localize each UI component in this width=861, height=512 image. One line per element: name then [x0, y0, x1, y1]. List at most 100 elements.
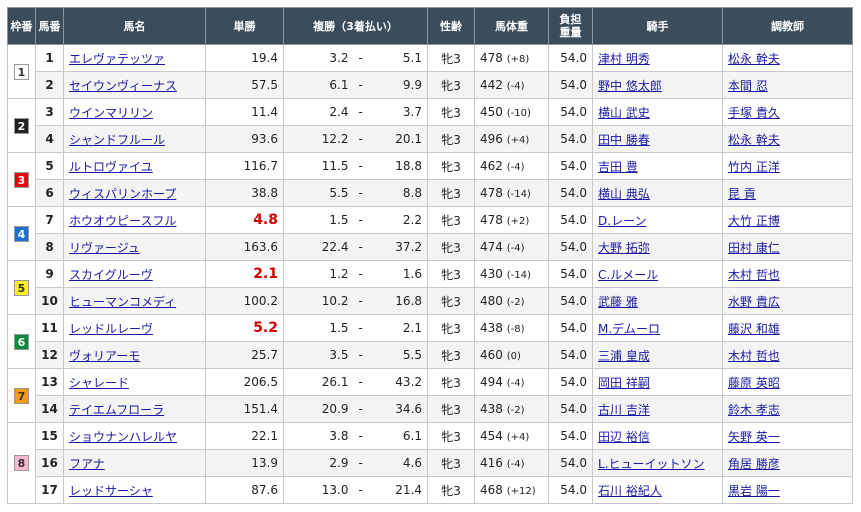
trainer-link[interactable]: 本間 忍 — [728, 79, 768, 93]
sex-age: 牝3 — [427, 476, 476, 504]
trainer-cell: 昆 貢 — [722, 179, 854, 207]
jockey-link[interactable]: 石川 裕紀人 — [598, 484, 662, 498]
place-odds-high: 43.2 — [367, 368, 429, 396]
body-weight: 468 — [480, 483, 503, 497]
table-row: 12 ヴォリアーモ 25.7 3.5-5.5 牝3 460 (0) 54.0 三浦 皇成 木村 … — [8, 341, 854, 369]
horse-name-link[interactable]: シャレード — [69, 376, 129, 390]
place-odds-low: 10.2 — [283, 287, 354, 315]
horse-name-link[interactable]: セイウンヴィーナス — [69, 79, 177, 93]
sex-age: 牝3 — [427, 449, 476, 477]
body-weight: 430 — [480, 267, 503, 281]
jockey-link[interactable]: 吉田 豊 — [598, 160, 638, 174]
horse-name-link[interactable]: リヴァージュ — [69, 241, 140, 255]
horse-name-link[interactable]: ショウナンハレルヤ — [69, 430, 177, 444]
horse-number: 7 — [35, 206, 64, 234]
place-odds-dash: - — [353, 476, 368, 504]
jockey-link[interactable]: 横山 武史 — [598, 106, 650, 120]
trainer-link[interactable]: 松永 幹夫 — [728, 52, 780, 66]
place-odds-high: 18.8 — [367, 152, 429, 180]
header-burden-line1: 負担 — [559, 13, 582, 26]
jockey-link[interactable]: C.ルメール — [598, 268, 658, 282]
horse-name-link[interactable]: フアナ — [69, 457, 105, 471]
jockey-link[interactable]: 田辺 裕信 — [598, 430, 650, 444]
place-odds-dash: - — [353, 314, 368, 342]
jockey-link[interactable]: 岡田 祥嗣 — [598, 376, 650, 390]
trainer-link[interactable]: 木村 哲也 — [728, 268, 780, 282]
horse-name-link[interactable]: スカイグルーヴ — [69, 268, 153, 282]
sex-age: 牝3 — [427, 422, 476, 450]
jockey-link[interactable]: 田中 勝春 — [598, 133, 650, 147]
horse-name-link[interactable]: ルトロヴァイユ — [69, 160, 153, 174]
trainer-link[interactable]: 田村 康仁 — [728, 241, 780, 255]
horse-name-link[interactable]: ウインマリリン — [69, 106, 153, 120]
place-odds-high: 3.7 — [367, 98, 429, 126]
trainer-link[interactable]: 鈴木 孝志 — [728, 403, 780, 417]
gate-cell: 6 — [7, 314, 36, 369]
jockey-cell: C.ルメール — [592, 260, 724, 288]
trainer-link[interactable]: 角居 勝彦 — [728, 457, 780, 471]
jockey-link[interactable]: L.ヒューイットソン — [598, 457, 705, 471]
trainer-link[interactable]: 藤沢 和雄 — [728, 322, 780, 336]
trainer-link[interactable]: 水野 貴広 — [728, 295, 780, 309]
body-weight: 454 — [480, 429, 503, 443]
jockey-cell: 田中 勝春 — [592, 125, 724, 153]
win-odds: 13.9 — [205, 449, 284, 477]
trainer-link[interactable]: 矢野 英一 — [728, 430, 780, 444]
trainer-link[interactable]: 黒岩 陽一 — [728, 484, 780, 498]
place-odds-low: 1.2 — [283, 260, 354, 288]
jockey-cell: 岡田 祥嗣 — [592, 368, 724, 396]
gate-badge: 1 — [14, 63, 29, 80]
body-weight-cell: 478 (+8) — [474, 44, 550, 72]
horse-number: 16 — [35, 449, 64, 477]
jockey-link[interactable]: D.レーン — [598, 214, 646, 228]
body-weight: 480 — [480, 294, 503, 308]
trainer-link[interactable]: 藤原 英昭 — [728, 376, 780, 390]
horse-name-link[interactable]: テイエムフローラ — [69, 403, 164, 417]
trainer-link[interactable]: 大竹 正博 — [728, 214, 780, 228]
body-weight: 494 — [480, 375, 503, 389]
trainer-cell: 木村 哲也 — [722, 341, 854, 369]
trainer-link[interactable]: 木村 哲也 — [728, 349, 780, 363]
jockey-link[interactable]: 横山 典弘 — [598, 187, 650, 201]
trainer-cell: 黒岩 陽一 — [722, 476, 854, 504]
jockey-link[interactable]: 津村 明秀 — [598, 52, 650, 66]
place-odds-low: 3.8 — [283, 422, 354, 450]
body-weight-cell: 416 (-4) — [474, 449, 550, 477]
trainer-link[interactable]: 手塚 貴久 — [728, 106, 780, 120]
burden-weight: 54.0 — [548, 314, 594, 342]
trainer-link[interactable]: 昆 貢 — [728, 187, 756, 201]
body-weight-cell: 494 (-4) — [474, 368, 550, 396]
win-odds: 2.1 — [205, 260, 284, 288]
place-odds-high: 37.2 — [367, 233, 429, 261]
burden-weight: 54.0 — [548, 233, 594, 261]
body-weight: 478 — [480, 51, 503, 65]
jockey-link[interactable]: 三浦 皇成 — [598, 349, 650, 363]
trainer-link[interactable]: 竹内 正洋 — [728, 160, 780, 174]
place-odds-high: 5.5 — [367, 341, 429, 369]
body-weight-cell: 430 (-14) — [474, 260, 550, 288]
jockey-link[interactable]: 野中 悠太郎 — [598, 79, 662, 93]
header-burden: 負担 重量 — [548, 7, 594, 45]
body-weight-cell: 478 (-14) — [474, 179, 550, 207]
body-weight: 478 — [480, 186, 503, 200]
weight-change: (-4) — [506, 459, 525, 470]
horse-name-link[interactable]: ヴォリアーモ — [69, 349, 140, 363]
trainer-link[interactable]: 松永 幹夫 — [728, 133, 780, 147]
body-weight-cell: 454 (+4) — [474, 422, 550, 450]
horse-name-link[interactable]: ヒューマンコメディ — [69, 295, 176, 309]
place-odds-dash: - — [353, 71, 368, 99]
horse-name-link[interactable]: シャンドフルール — [69, 133, 165, 147]
place-odds-low: 2.9 — [283, 449, 354, 477]
jockey-link[interactable]: 大野 拓弥 — [598, 241, 650, 255]
horse-name-link[interactable]: ホウオウピースフル — [69, 214, 176, 228]
jockey-cell: M.デムーロ — [592, 314, 724, 342]
jockey-link[interactable]: 武藤 雅 — [598, 295, 638, 309]
table-row: 8 リヴァージュ 163.6 22.4-37.2 牝3 474 (-4) 54.0 大野 拓弥… — [8, 233, 854, 261]
weight-change: (-4) — [506, 243, 525, 254]
jockey-link[interactable]: M.デムーロ — [598, 322, 660, 336]
horse-name-link[interactable]: ウィスパリンホープ — [69, 187, 176, 201]
horse-name-link[interactable]: レッドサーシャ — [69, 484, 153, 498]
horse-name-link[interactable]: エレヴァテッツァ — [69, 52, 165, 66]
horse-name-link[interactable]: レッドルレーヴ — [69, 322, 153, 336]
jockey-link[interactable]: 古川 吉洋 — [598, 403, 650, 417]
